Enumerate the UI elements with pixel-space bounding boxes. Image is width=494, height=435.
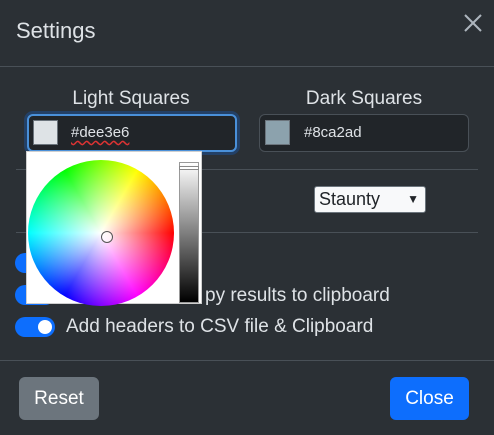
toggle-csv-headers[interactable] — [15, 317, 55, 337]
light-squares-color-field[interactable]: #dee3e6 — [27, 114, 237, 152]
dark-squares-label: Dark Squares — [305, 88, 423, 109]
piece-theme-select[interactable]: Staunty ▼ — [314, 186, 426, 213]
brightness-slider[interactable] — [179, 162, 199, 303]
color-wheel[interactable] — [28, 160, 174, 306]
theme-select-value: Staunty — [319, 189, 381, 209]
modal-title: Settings — [16, 18, 96, 43]
dark-color-value[interactable]: #8ca2ad — [304, 124, 362, 141]
toggle-knob — [38, 320, 52, 334]
toggle-copy-results-label: py results to clipboard — [205, 285, 390, 306]
modal-header: Settings — [0, 0, 494, 67]
close-button[interactable]: Close — [390, 377, 469, 420]
light-color-swatch[interactable] — [33, 120, 58, 145]
brightness-slider-handle[interactable] — [179, 166, 199, 170]
light-squares-label: Light Squares — [72, 88, 190, 109]
dark-color-swatch[interactable] — [265, 120, 290, 145]
dark-squares-color-field[interactable]: #8ca2ad — [259, 114, 469, 152]
close-icon[interactable] — [460, 10, 486, 36]
toggle-csv-headers-label: Add headers to CSV file & Clipboard — [66, 316, 374, 337]
color-wheel-handle[interactable] — [101, 231, 113, 243]
settings-modal: Settings Light Squares Dark Squares #dee… — [0, 0, 494, 435]
light-color-value[interactable]: #dee3e6 — [71, 124, 129, 141]
reset-button[interactable]: Reset — [19, 377, 99, 420]
chevron-down-icon: ▼ — [407, 192, 419, 206]
color-picker-popup[interactable] — [26, 151, 202, 306]
